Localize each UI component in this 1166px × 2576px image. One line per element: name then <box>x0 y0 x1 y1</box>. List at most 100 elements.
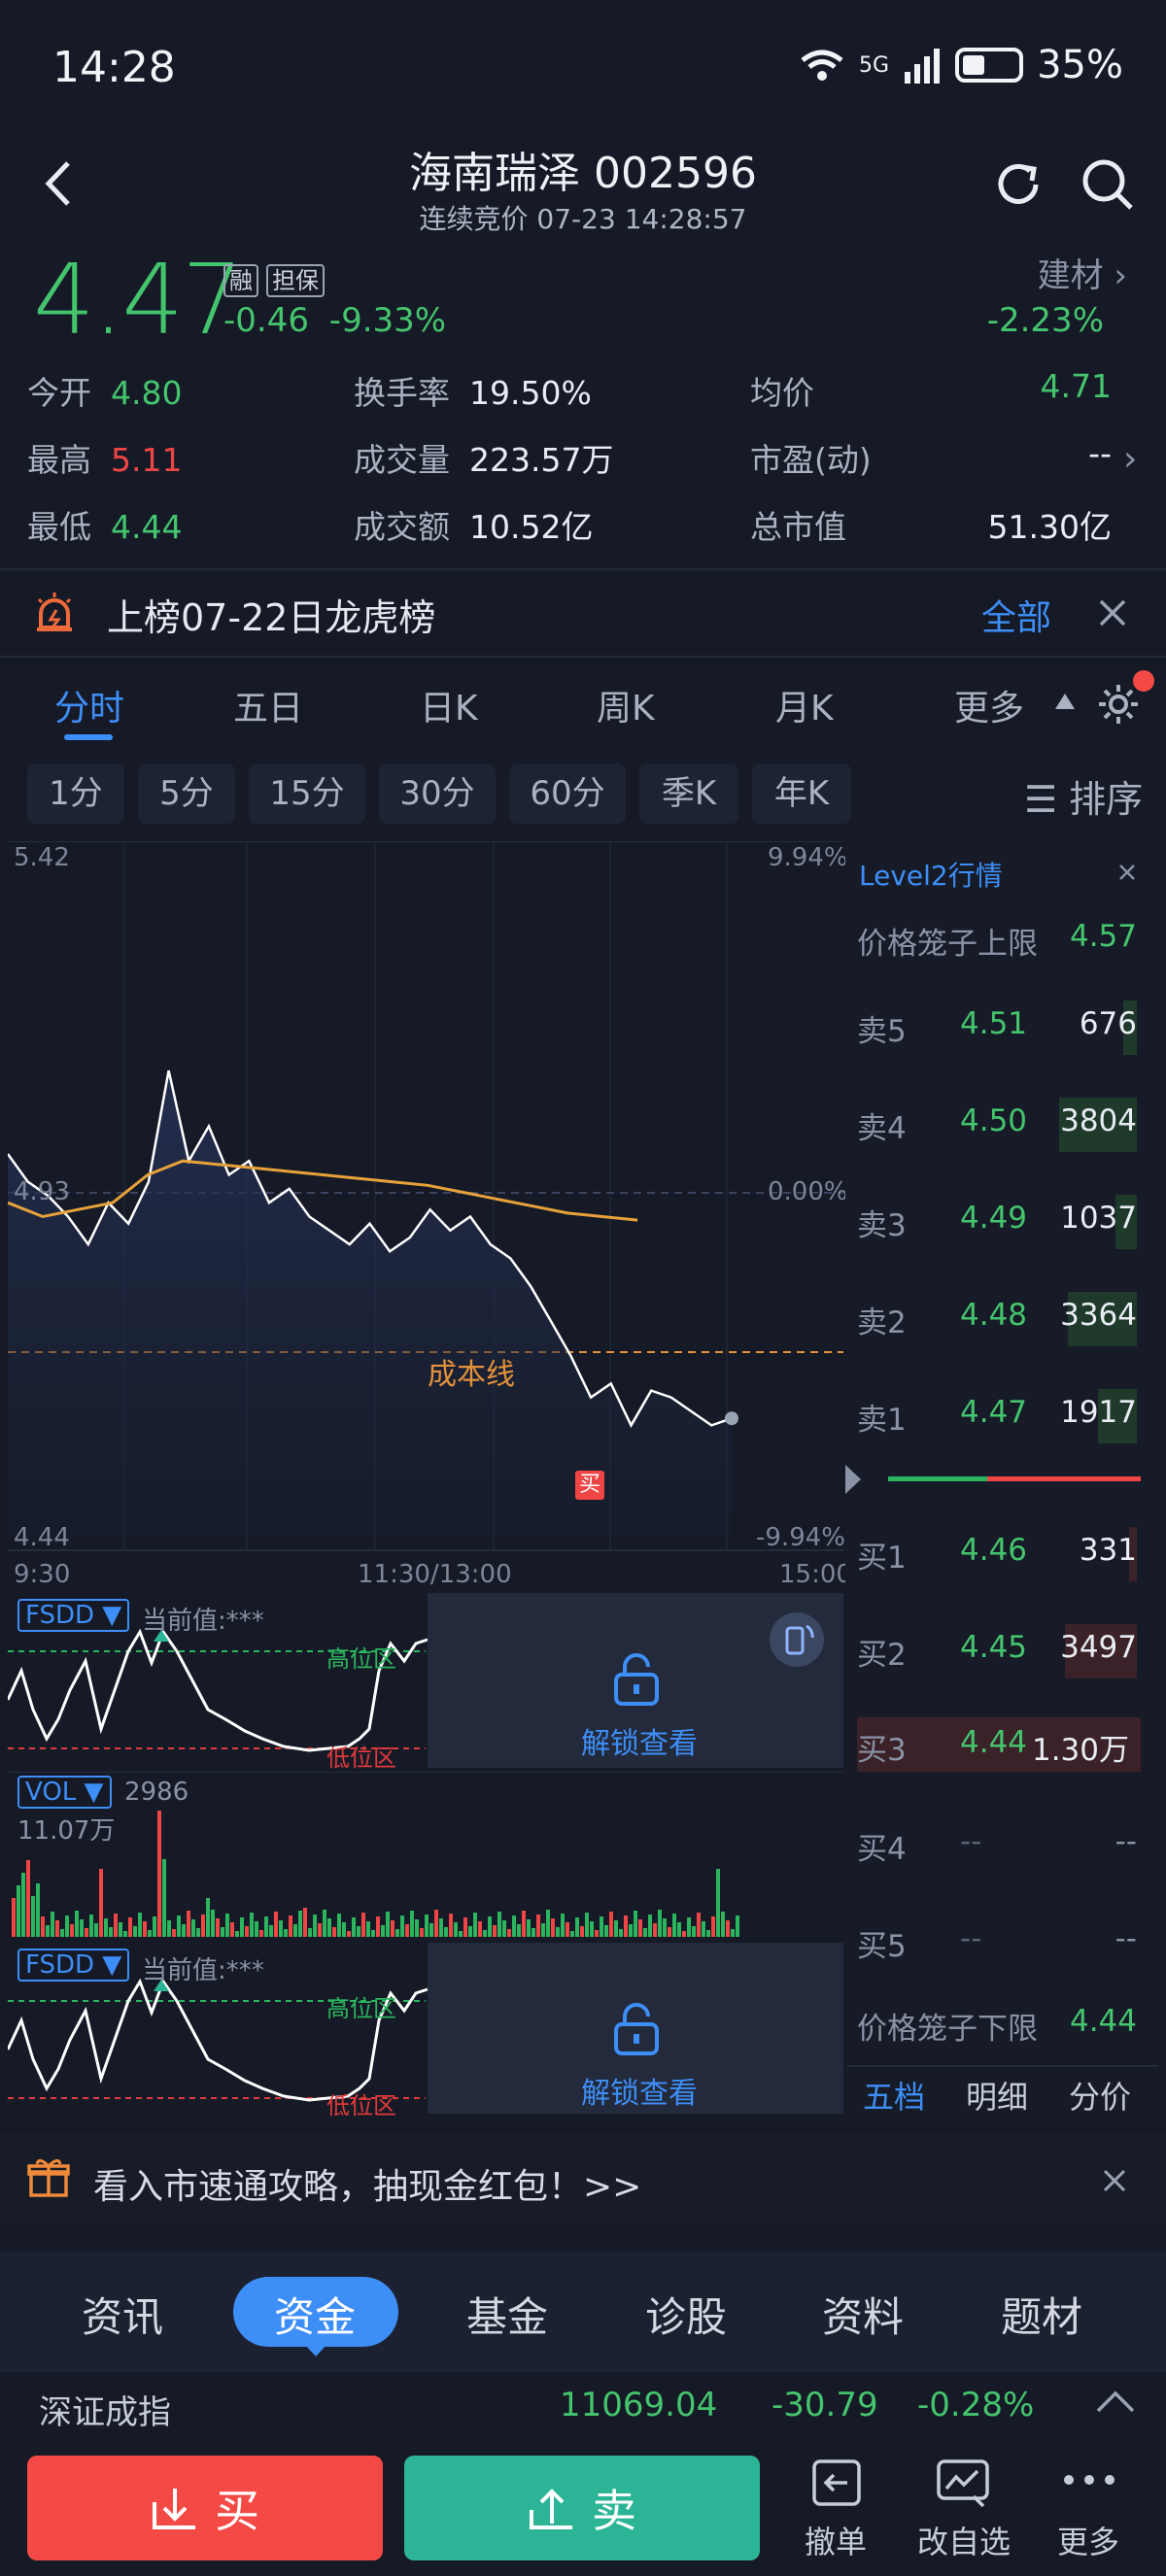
volume-bar <box>658 1910 662 1937</box>
volume-bar <box>536 1915 540 1937</box>
notice-text[interactable]: 上榜07-22日龙虎榜 <box>107 588 435 641</box>
volume-bar <box>692 1926 696 1937</box>
search-icon[interactable] <box>1080 157 1135 212</box>
fsdd-selector-2[interactable]: FSDD ▼ <box>17 1949 130 1982</box>
chip-1min[interactable]: 1分 <box>27 763 124 824</box>
tab-theme[interactable]: 题材 <box>1001 2285 1082 2344</box>
volume-bar <box>196 1928 200 1937</box>
promo-text[interactable]: 看入市速通攻略，抽现金红包！>> <box>93 2158 641 2209</box>
volume-bar <box>177 1915 181 1937</box>
level-volume: 3364 <box>1060 1298 1137 1333</box>
unlock-text-2[interactable]: 解锁查看 <box>581 2069 698 2112</box>
bid-row[interactable]: 买4 -- -- <box>857 1824 1149 1868</box>
order-book-title: Level2行情 <box>859 860 1003 892</box>
buy-button[interactable]: 买 <box>27 2456 383 2560</box>
close-icon[interactable] <box>1117 863 1137 882</box>
volume-bar <box>478 1921 482 1937</box>
sell-button[interactable]: 卖 <box>404 2456 760 2560</box>
more-icon[interactable] <box>1061 2473 1117 2487</box>
cancel-order-icon[interactable] <box>808 2457 865 2508</box>
chevron-up-icon[interactable] <box>1096 2390 1135 2415</box>
cancel-order-label[interactable]: 撤单 <box>777 2518 894 2562</box>
sort-label: 排序 <box>1069 778 1144 821</box>
volume-bar <box>17 1885 20 1937</box>
tab-more[interactable]: 更多 <box>954 680 1024 730</box>
settings-icon[interactable] <box>1096 682 1141 727</box>
chip-30min[interactable]: 30分 <box>379 763 496 824</box>
level-volume: 331 <box>1079 1533 1137 1568</box>
volume-bar <box>463 1917 467 1937</box>
bid-row[interactable]: 买5 -- -- <box>857 1921 1149 1965</box>
tab-daily-k[interactable]: 日K <box>420 680 478 730</box>
notice-all-link[interactable]: 全部 <box>981 590 1051 640</box>
close-icon[interactable] <box>1102 2168 1127 2193</box>
refresh-icon[interactable] <box>993 159 1044 210</box>
level-price: 4.44 <box>960 1725 1028 1760</box>
intraday-chart[interactable] <box>8 841 843 1579</box>
tab-capital[interactable]: 资金 <box>274 2285 356 2344</box>
rotate-screen-button[interactable] <box>770 1612 824 1667</box>
volume-bar <box>323 1910 326 1937</box>
stat-pe[interactable]: 市盈(动) -- <box>750 434 1112 481</box>
volume-bar <box>600 1916 603 1937</box>
tab-monthly-k[interactable]: 月K <box>775 680 834 730</box>
sort-button[interactable]: ☰ 排序 <box>1024 769 1143 823</box>
volume-bar <box>434 1910 438 1937</box>
volume-bar <box>182 1924 186 1937</box>
volume-bar <box>89 1915 93 1937</box>
chip-5min[interactable]: 5分 <box>138 763 235 824</box>
tab-news[interactable]: 资讯 <box>82 2285 163 2344</box>
sector-link[interactable]: 建材 › <box>1038 249 1127 296</box>
level-price: 4.45 <box>960 1630 1028 1665</box>
tab-intraday[interactable]: 分时 <box>54 680 124 730</box>
ask-row[interactable]: 卖4 4.50 3804 <box>857 1098 1149 1152</box>
tab-fund[interactable]: 基金 <box>466 2285 548 2344</box>
tab-five-level[interactable]: 五档 <box>863 2073 925 2118</box>
volume-bar <box>94 1923 98 1937</box>
vol-max: 11.07万 <box>17 1816 116 1846</box>
chevron-right-icon[interactable]: › <box>1123 439 1137 479</box>
stat-open: 今开 4.80 <box>27 374 183 412</box>
bid-row[interactable]: 买1 4.46 331 <box>857 1527 1149 1581</box>
chip-15min[interactable]: 15分 <box>249 763 365 824</box>
volume-bar <box>663 1918 667 1937</box>
ask-row[interactable]: 卖1 4.47 1917 <box>857 1389 1149 1443</box>
tab-diagnosis[interactable]: 诊股 <box>645 2285 727 2344</box>
ask-row[interactable]: 卖5 4.51 676 <box>857 1000 1149 1055</box>
fsdd-selector-1[interactable]: FSDD ▼ <box>17 1599 130 1632</box>
tab-weekly-k[interactable]: 周K <box>597 680 655 730</box>
volume-bar <box>235 1931 239 1937</box>
volume-bar <box>70 1924 74 1937</box>
edit-watchlist-icon[interactable] <box>935 2457 991 2508</box>
tab-profile[interactable]: 资料 <box>822 2285 904 2344</box>
volume-bar <box>36 1883 40 1937</box>
sector-change: -2.23% <box>986 301 1104 340</box>
chip-60min[interactable]: 60分 <box>509 763 626 824</box>
tab-five-day[interactable]: 五日 <box>233 680 303 730</box>
edit-watchlist-label[interactable]: 改自选 <box>906 2518 1022 2562</box>
volume-bar <box>570 1931 574 1937</box>
menu-icon: ☰ <box>1024 778 1058 821</box>
volume-bar <box>483 1930 487 1937</box>
volume-bar <box>352 1917 356 1937</box>
vol-selector[interactable]: VOL ▼ <box>17 1776 112 1809</box>
triangle-right-icon <box>845 1465 861 1494</box>
close-icon[interactable] <box>1098 598 1127 627</box>
bid-row[interactable]: 买3 4.44 1.30万 <box>857 1717 1141 1772</box>
chip-quarter-k[interactable]: 季K <box>639 763 738 824</box>
triangle-up-icon[interactable] <box>1053 692 1077 711</box>
index-change: -30.79 <box>772 2386 878 2424</box>
cost-line-label: 成本线 <box>428 1358 515 1392</box>
ask-row[interactable]: 卖3 4.49 1037 <box>857 1195 1149 1249</box>
volume-bar <box>337 1914 341 1937</box>
signal-icon <box>905 49 941 84</box>
bid-row[interactable]: 买2 4.45 3497 <box>857 1624 1149 1678</box>
volume-bar <box>517 1924 521 1937</box>
buy-marker[interactable]: 买 <box>575 1471 604 1500</box>
ask-row[interactable]: 卖2 4.48 3364 <box>857 1292 1149 1346</box>
tab-price-dist[interactable]: 分价 <box>1069 2073 1131 2118</box>
chip-year-k[interactable]: 年K <box>752 763 851 824</box>
more-label[interactable]: 更多 <box>1030 2518 1147 2562</box>
tab-detail[interactable]: 明细 <box>966 2073 1028 2118</box>
unlock-text-1[interactable]: 解锁查看 <box>581 1719 698 1762</box>
